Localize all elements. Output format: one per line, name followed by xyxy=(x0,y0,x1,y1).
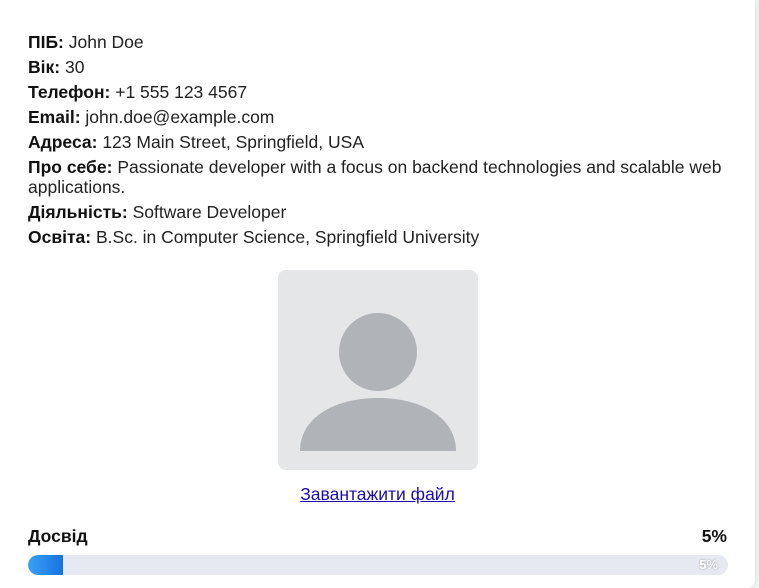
name-value: John Doe xyxy=(68,32,144,52)
activity-value: Software Developer xyxy=(132,202,287,222)
address-label: Адреса: xyxy=(28,132,98,152)
address-row: Адреса: 123 Main Street, Springfield, US… xyxy=(28,132,728,152)
education-row: Освіта: B.Sc. in Computer Science, Sprin… xyxy=(28,227,728,247)
phone-label: Телефон: xyxy=(28,82,111,102)
avatar-head xyxy=(339,313,417,391)
age-label: Вік: xyxy=(28,57,61,77)
about-label: Про себе: xyxy=(28,157,113,177)
experience-progress-text: 5% xyxy=(699,557,718,572)
address-value: 123 Main Street, Springfield, USA xyxy=(102,132,364,152)
email-label: Email: xyxy=(28,107,81,127)
phone-row: Телефон: +1 555 123 4567 xyxy=(28,82,728,102)
activity-row: Діяльність: Software Developer xyxy=(28,202,728,222)
age-row: Вік: 30 xyxy=(28,57,728,77)
education-label: Освіта: xyxy=(28,227,92,247)
profile-info: ПІБ: John Doe Вік: 30 Телефон: +1 555 12… xyxy=(28,32,728,252)
email-row: Email: john.doe@example.com xyxy=(28,107,728,127)
experience-progress-bar: 5% xyxy=(28,555,728,575)
upload-file-link[interactable]: Завантажити файл xyxy=(0,484,755,505)
name-row: ПІБ: John Doe xyxy=(28,32,728,52)
education-value: B.Sc. in Computer Science, Springfield U… xyxy=(95,227,480,247)
experience-value: 5% xyxy=(701,526,727,546)
profile-card: ПІБ: John Doe Вік: 30 Телефон: +1 555 12… xyxy=(0,0,755,588)
experience-label: Досвід xyxy=(28,526,88,546)
about-value: Passionate developer with a focus on bac… xyxy=(28,157,722,197)
age-value: 30 xyxy=(64,57,85,77)
about-row: Про себе: Passionate developer with a fo… xyxy=(28,157,728,197)
email-value: john.doe@example.com xyxy=(85,107,275,127)
profile-photo xyxy=(278,270,478,470)
user-avatar-placeholder-icon xyxy=(300,313,456,451)
avatar-shoulders xyxy=(300,398,456,451)
experience-progress-fill xyxy=(28,555,63,575)
name-label: ПІБ: xyxy=(28,32,64,52)
activity-label: Діяльність: xyxy=(28,202,128,222)
phone-value: +1 555 123 4567 xyxy=(115,82,248,102)
